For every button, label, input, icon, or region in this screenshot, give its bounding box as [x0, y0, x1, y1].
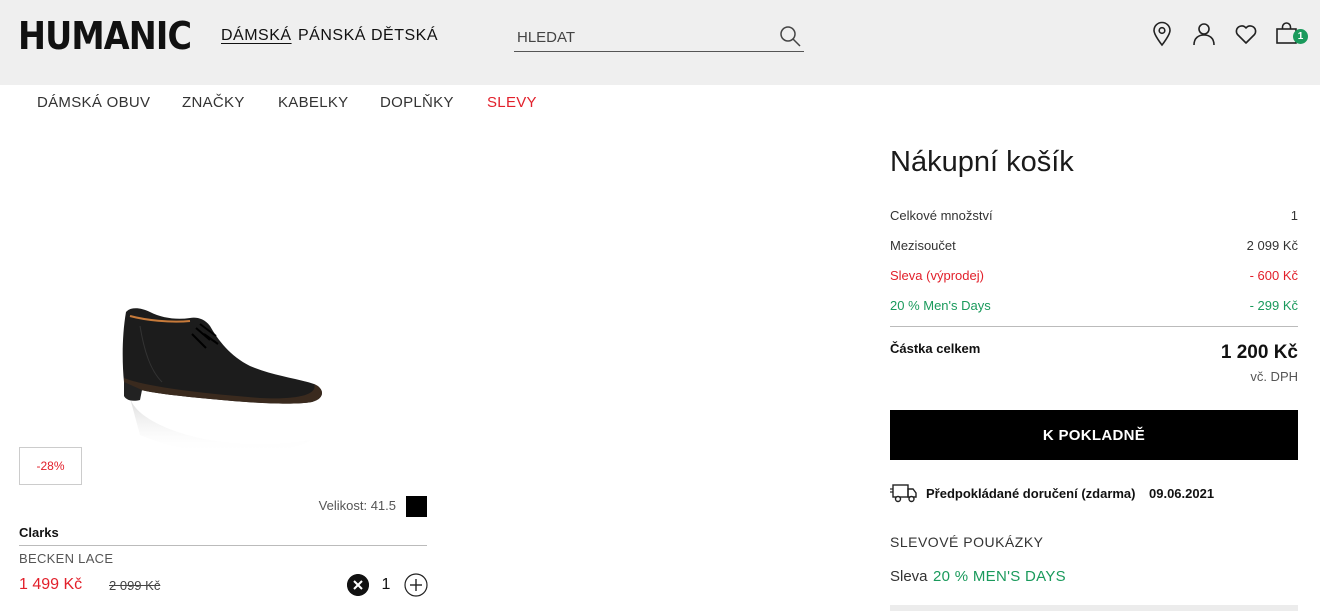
color-swatch — [406, 496, 427, 517]
heart-icon[interactable] — [1233, 21, 1259, 47]
size-label: Velikost: 41.5 — [318, 498, 396, 513]
vat-note: vč. DPH — [1250, 369, 1298, 384]
summary-row-subtotal: Mezisoučet 2 099 Kč — [890, 238, 1298, 256]
summary-row-value: 2 099 Kč — [1246, 238, 1298, 253]
product-price: 1 499 Kč — [19, 576, 83, 593]
voucher-name[interactable]: 20 % MEN'S DAYS — [933, 568, 1066, 585]
checkout-button[interactable]: K POKLADNĚ — [890, 410, 1298, 460]
summary-row-label: Celkové množství — [890, 208, 993, 223]
product-model[interactable]: BECKEN LACE — [19, 551, 113, 566]
product-image[interactable] — [100, 290, 340, 470]
voucher-input-edge[interactable] — [890, 605, 1298, 611]
logo[interactable]: HUMANIC — [18, 14, 192, 58]
summary-row-sale-discount: Sleva (výprodej) - 600 Kč — [890, 268, 1298, 286]
category-accessories[interactable]: DOPLŇKY — [380, 94, 454, 111]
category-brands[interactable]: ZNAČKY — [182, 94, 245, 111]
summary-row-label: Mezisoučet — [890, 238, 956, 253]
category-handbags[interactable]: KABELKY — [278, 94, 348, 111]
summary-row-value: - 600 Kč — [1249, 268, 1298, 283]
category-sale[interactable]: SLEVY — [487, 94, 537, 111]
discount-badge: -28% — [19, 447, 82, 485]
summary-row-quantity: Celkové množství 1 — [890, 208, 1298, 226]
voucher-prefix: Sleva — [890, 568, 928, 585]
location-pin-icon[interactable] — [1149, 21, 1175, 47]
cart-count-badge: 1 — [1293, 29, 1308, 44]
product-divider — [19, 545, 427, 546]
product-old-price: 2 099 Kč — [109, 578, 161, 593]
product-brand[interactable]: Clarks — [19, 525, 59, 540]
summary-row-label: 20 % Men's Days — [890, 298, 991, 313]
summary-row-value: - 299 Kč — [1249, 298, 1298, 313]
total-label: Částka celkem — [890, 341, 981, 356]
search-input[interactable] — [517, 26, 767, 48]
quantity-value: 1 — [381, 576, 391, 593]
search-icon[interactable] — [778, 24, 802, 48]
total-value: 1 200 Kč — [1220, 342, 1298, 363]
vouchers-title: SLEVOVÉ POUKÁZKY — [890, 534, 1044, 550]
nav-kids[interactable]: DĚTSKÁ — [371, 27, 438, 45]
increase-quantity-button[interactable] — [404, 573, 428, 597]
summary-row-promo-discount: 20 % Men's Days - 299 Kč — [890, 298, 1298, 316]
category-women-shoes[interactable]: DÁMSKÁ OBUV — [37, 94, 150, 111]
nav-women[interactable]: DÁMSKÁ — [221, 27, 292, 45]
delivery-truck-icon — [890, 484, 917, 503]
summary-row-label: Sleva (výprodej) — [890, 268, 984, 283]
cart-title: Nákupní košík — [890, 146, 1074, 178]
delivery-label: Předpokládané doručení (zdarma) — [926, 486, 1136, 501]
search-bar — [514, 22, 804, 52]
nav-men[interactable]: PÁNSKÁ — [298, 27, 366, 45]
remove-item-button[interactable] — [347, 574, 369, 596]
header-bar: HUMANIC DÁMSKÁ PÁNSKÁ DĚTSKÁ 1 — [0, 0, 1320, 85]
delivery-date: 09.06.2021 — [1149, 486, 1215, 501]
summary-divider — [890, 326, 1298, 327]
user-icon[interactable] — [1191, 21, 1217, 47]
summary-row-value: 1 — [1290, 208, 1298, 223]
